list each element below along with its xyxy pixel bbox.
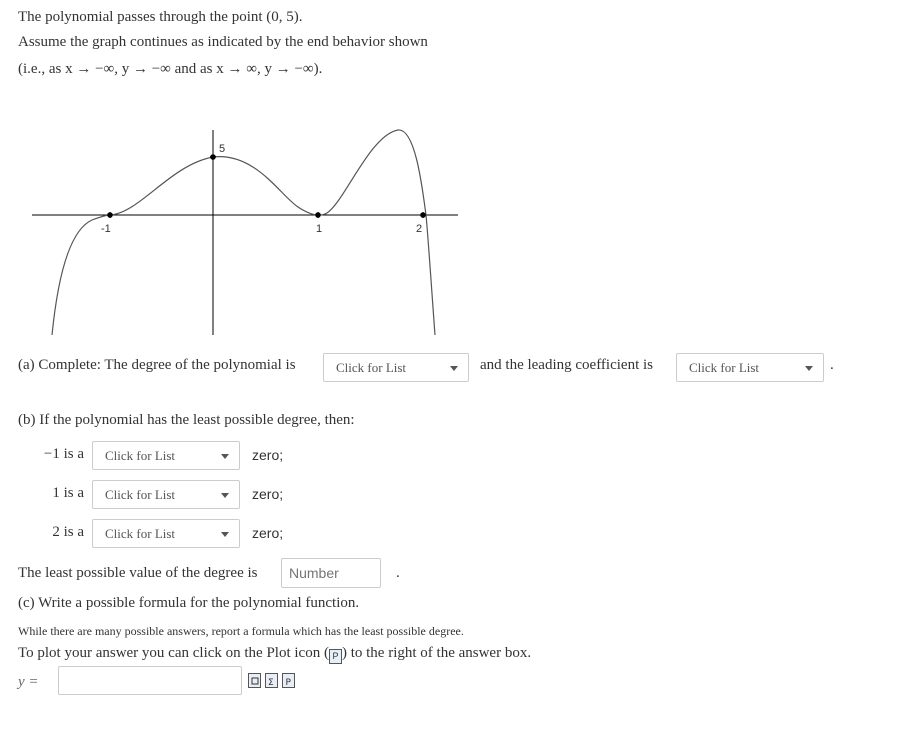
part-a-suffix: . (830, 357, 834, 373)
zero-select-neg1[interactable]: Click for List (92, 441, 240, 470)
formula-icon[interactable]: Σ (265, 673, 278, 688)
zero-row-suffix-1: zero; (252, 486, 284, 502)
chevron-down-icon (221, 493, 229, 498)
chevron-down-icon (805, 366, 813, 371)
least-degree-suffix: . (396, 565, 400, 581)
least-degree-text: The least possible value of the degree i… (18, 565, 258, 581)
part-c-heading: (c) Write a possible formula for the pol… (18, 595, 360, 611)
zero-select-1[interactable]: Click for List (92, 480, 240, 509)
leading-coefficient-select[interactable]: Click for List (676, 353, 824, 382)
intro-line-3: (i.e., as x → −∞, y → −∞ and as x → ∞, y… (18, 61, 323, 77)
chevron-down-icon (221, 532, 229, 537)
least-degree-input[interactable] (281, 558, 381, 588)
plot-text-before: To plot your answer you can click on the… (18, 645, 329, 661)
plot-instructions: To plot your answer you can click on the… (18, 645, 531, 664)
zero-row-suffix-neg1: zero; (252, 447, 284, 463)
part-a-middle: and the leading coefficient is (480, 357, 653, 373)
tick-label-neg1: -1 (101, 223, 111, 235)
answer-label: y = (18, 674, 39, 690)
tick-label-1: 1 (316, 223, 322, 235)
part-a-prefix: (a) Complete: The degree of the polynomi… (18, 357, 296, 373)
zero-select-2-value: Click for List (105, 526, 176, 541)
formula-answer-input[interactable] (58, 666, 242, 695)
plot-icon[interactable]: P (282, 673, 295, 688)
part-b-heading: (b) If the polynomial has the least poss… (18, 412, 355, 428)
degree-select[interactable]: Click for List (323, 353, 469, 382)
part-c-note: While there are many possible answers, r… (18, 624, 464, 638)
zero-select-2[interactable]: Click for List (92, 519, 240, 548)
zero-select-1-value: Click for List (105, 487, 176, 502)
svg-text:Σ: Σ (268, 678, 274, 688)
zero-row-suffix-2: zero; (252, 525, 284, 541)
plot-text-after: ) to the right of the answer box. (341, 645, 532, 661)
intro-line-1: The polynomial passes through the point … (18, 9, 303, 25)
intro-line-2: Assume the graph continues as indicated … (18, 34, 428, 50)
degree-select-value: Click for List (336, 360, 407, 375)
polynomial-graph: -1 1 2 5 (32, 129, 458, 336)
svg-text:P: P (286, 678, 292, 688)
tick-label-5: 5 (219, 143, 225, 155)
tick-label-2: 2 (416, 223, 422, 235)
zero-row-label-2: 2 is a (52, 524, 84, 540)
chevron-down-icon (221, 454, 229, 459)
preview-icon[interactable] (248, 673, 261, 688)
zero-row-label-neg1: −1 is a (43, 446, 84, 462)
zero-row-label-1: 1 is a (52, 485, 84, 501)
zero-select-neg1-value: Click for List (105, 448, 176, 463)
plot-icon-inline: P (328, 649, 342, 664)
leading-coefficient-select-value: Click for List (689, 360, 760, 375)
chevron-down-icon (450, 366, 458, 371)
